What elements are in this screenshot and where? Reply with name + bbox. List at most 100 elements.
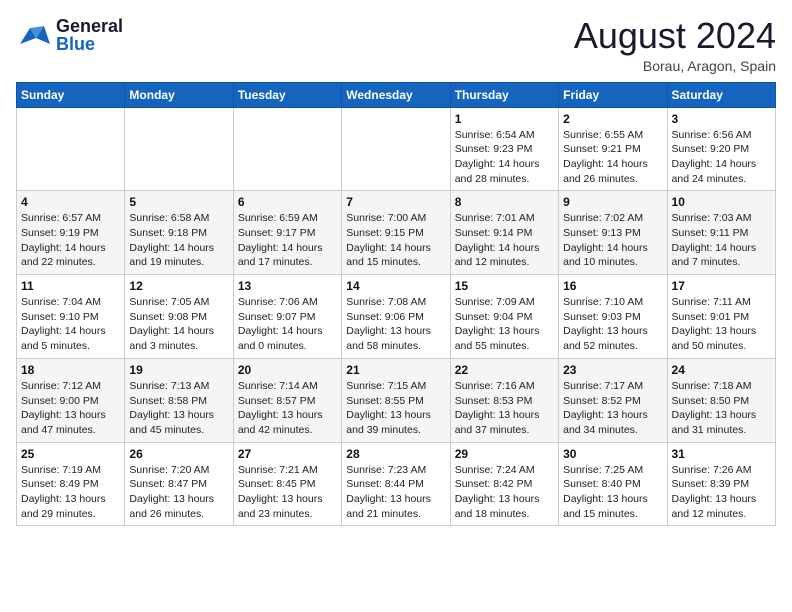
page-header: General Blue August 2024 Borau, Aragon, …	[16, 16, 776, 74]
day-info: Sunrise: 7:05 AM Sunset: 9:08 PM Dayligh…	[129, 295, 228, 354]
calendar-cell: 14Sunrise: 7:08 AM Sunset: 9:06 PM Dayli…	[342, 275, 450, 359]
day-info: Sunrise: 7:20 AM Sunset: 8:47 PM Dayligh…	[129, 463, 228, 522]
day-number: 7	[346, 195, 445, 209]
calendar-cell	[17, 107, 125, 191]
calendar-cell: 28Sunrise: 7:23 AM Sunset: 8:44 PM Dayli…	[342, 442, 450, 526]
calendar-cell: 20 Sunrise: 7:14 AM Sunset: 8:57 PM Dayli…	[233, 358, 341, 442]
calendar-cell: 18Sunrise: 7:12 AM Sunset: 9:00 PM Dayli…	[17, 358, 125, 442]
day-number: 23	[563, 363, 662, 377]
weekday-header-thursday: Thursday	[450, 82, 558, 107]
calendar-cell: 5 Sunrise: 6:58 AM Sunset: 9:18 PM Daylig…	[125, 191, 233, 275]
calendar-cell: 21 Sunrise: 7:15 AM Sunset: 8:55 PM Dayli…	[342, 358, 450, 442]
day-info: Sunrise: 6:56 AM Sunset: 9:20 PM Dayligh…	[672, 128, 771, 187]
day-number: 17	[672, 279, 771, 293]
day-info: Sunrise: 6:54 AM Sunset: 9:23 PM Dayligh…	[455, 128, 554, 187]
title-block: August 2024 Borau, Aragon, Spain	[574, 16, 776, 74]
day-number: 8	[455, 195, 554, 209]
day-info: Sunrise: 7:10 AM Sunset: 9:03 PM Dayligh…	[563, 295, 662, 354]
calendar-week-4: 18Sunrise: 7:12 AM Sunset: 9:00 PM Dayli…	[17, 358, 776, 442]
day-info: Sunrise: 7:09 AM Sunset: 9:04 PM Dayligh…	[455, 295, 554, 354]
day-number: 4	[21, 195, 120, 209]
calendar-header: SundayMondayTuesdayWednesdayThursdayFrid…	[17, 82, 776, 107]
calendar-cell	[125, 107, 233, 191]
day-info: Sunrise: 7:16 AM Sunset: 8:53 PM Dayligh…	[455, 379, 554, 438]
logo-icon	[16, 16, 54, 54]
calendar-cell: 27 Sunrise: 7:21 AM Sunset: 8:45 PM Dayli…	[233, 442, 341, 526]
weekday-header-friday: Friday	[559, 82, 667, 107]
day-number: 10	[672, 195, 771, 209]
day-info: Sunrise: 7:23 AM Sunset: 8:44 PM Dayligh…	[346, 463, 445, 522]
day-number: 12	[129, 279, 228, 293]
logo: General Blue	[16, 16, 123, 54]
calendar-cell	[233, 107, 341, 191]
day-info: Sunrise: 7:13 AM Sunset: 8:58 PM Dayligh…	[129, 379, 228, 438]
day-number: 27	[238, 447, 337, 461]
day-number: 30	[563, 447, 662, 461]
day-info: Sunrise: 7:19 AM Sunset: 8:49 PM Dayligh…	[21, 463, 120, 522]
day-info: Sunrise: 7:18 AM Sunset: 8:50 PM Dayligh…	[672, 379, 771, 438]
weekday-header-row: SundayMondayTuesdayWednesdayThursdayFrid…	[17, 82, 776, 107]
calendar-cell: 3 Sunrise: 6:56 AM Sunset: 9:20 PM Daylig…	[667, 107, 775, 191]
day-number: 13	[238, 279, 337, 293]
logo-name: General Blue	[56, 17, 123, 53]
calendar-cell: 29 Sunrise: 7:24 AM Sunset: 8:42 PM Dayli…	[450, 442, 558, 526]
calendar-cell: 9 Sunrise: 7:02 AM Sunset: 9:13 PM Daylig…	[559, 191, 667, 275]
day-info: Sunrise: 6:57 AM Sunset: 9:19 PM Dayligh…	[21, 211, 120, 270]
day-number: 1	[455, 112, 554, 126]
day-number: 24	[672, 363, 771, 377]
calendar-cell: 4 Sunrise: 6:57 AM Sunset: 9:19 PM Daylig…	[17, 191, 125, 275]
day-number: 29	[455, 447, 554, 461]
day-info: Sunrise: 6:55 AM Sunset: 9:21 PM Dayligh…	[563, 128, 662, 187]
calendar-cell: 22Sunrise: 7:16 AM Sunset: 8:53 PM Dayli…	[450, 358, 558, 442]
calendar-cell: 15 Sunrise: 7:09 AM Sunset: 9:04 PM Dayli…	[450, 275, 558, 359]
day-number: 19	[129, 363, 228, 377]
calendar-cell: 16 Sunrise: 7:10 AM Sunset: 9:03 PM Dayli…	[559, 275, 667, 359]
calendar-subtitle: Borau, Aragon, Spain	[574, 58, 776, 74]
day-number: 15	[455, 279, 554, 293]
day-info: Sunrise: 7:02 AM Sunset: 9:13 PM Dayligh…	[563, 211, 662, 270]
calendar-cell: 19 Sunrise: 7:13 AM Sunset: 8:58 PM Dayli…	[125, 358, 233, 442]
calendar-cell: 23Sunrise: 7:17 AM Sunset: 8:52 PM Dayli…	[559, 358, 667, 442]
calendar-cell	[342, 107, 450, 191]
day-info: Sunrise: 7:25 AM Sunset: 8:40 PM Dayligh…	[563, 463, 662, 522]
day-info: Sunrise: 7:12 AM Sunset: 9:00 PM Dayligh…	[21, 379, 120, 438]
calendar-cell: 10 Sunrise: 7:03 AM Sunset: 9:11 PM Dayli…	[667, 191, 775, 275]
calendar-cell: 7Sunrise: 7:00 AM Sunset: 9:15 PM Daylig…	[342, 191, 450, 275]
calendar-cell: 17Sunrise: 7:11 AM Sunset: 9:01 PM Dayli…	[667, 275, 775, 359]
calendar-cell: 13 Sunrise: 7:06 AM Sunset: 9:07 PM Dayli…	[233, 275, 341, 359]
day-number: 20	[238, 363, 337, 377]
day-number: 25	[21, 447, 120, 461]
day-number: 21	[346, 363, 445, 377]
calendar-cell: 11Sunrise: 7:04 AM Sunset: 9:10 PM Dayli…	[17, 275, 125, 359]
day-info: Sunrise: 7:14 AM Sunset: 8:57 PM Dayligh…	[238, 379, 337, 438]
calendar-cell: 30 Sunrise: 7:25 AM Sunset: 8:40 PM Dayli…	[559, 442, 667, 526]
day-info: Sunrise: 7:06 AM Sunset: 9:07 PM Dayligh…	[238, 295, 337, 354]
logo-general-text: General	[56, 17, 123, 35]
calendar-week-5: 25 Sunrise: 7:19 AM Sunset: 8:49 PM Dayli…	[17, 442, 776, 526]
calendar-cell: 1 Sunrise: 6:54 AM Sunset: 9:23 PM Daylig…	[450, 107, 558, 191]
day-info: Sunrise: 7:26 AM Sunset: 8:39 PM Dayligh…	[672, 463, 771, 522]
day-number: 16	[563, 279, 662, 293]
day-number: 5	[129, 195, 228, 209]
weekday-header-sunday: Sunday	[17, 82, 125, 107]
calendar-cell: 31 Sunrise: 7:26 AM Sunset: 8:39 PM Dayli…	[667, 442, 775, 526]
calendar-cell: 12 Sunrise: 7:05 AM Sunset: 9:08 PM Dayli…	[125, 275, 233, 359]
day-info: Sunrise: 7:08 AM Sunset: 9:06 PM Dayligh…	[346, 295, 445, 354]
day-info: Sunrise: 7:21 AM Sunset: 8:45 PM Dayligh…	[238, 463, 337, 522]
calendar-week-3: 11Sunrise: 7:04 AM Sunset: 9:10 PM Dayli…	[17, 275, 776, 359]
day-info: Sunrise: 7:03 AM Sunset: 9:11 PM Dayligh…	[672, 211, 771, 270]
day-number: 26	[129, 447, 228, 461]
weekday-header-monday: Monday	[125, 82, 233, 107]
day-info: Sunrise: 7:04 AM Sunset: 9:10 PM Dayligh…	[21, 295, 120, 354]
day-number: 31	[672, 447, 771, 461]
calendar-cell: 26 Sunrise: 7:20 AM Sunset: 8:47 PM Dayli…	[125, 442, 233, 526]
calendar-cell: 8Sunrise: 7:01 AM Sunset: 9:14 PM Daylig…	[450, 191, 558, 275]
day-info: Sunrise: 7:24 AM Sunset: 8:42 PM Dayligh…	[455, 463, 554, 522]
day-info: Sunrise: 7:15 AM Sunset: 8:55 PM Dayligh…	[346, 379, 445, 438]
day-info: Sunrise: 6:58 AM Sunset: 9:18 PM Dayligh…	[129, 211, 228, 270]
weekday-header-wednesday: Wednesday	[342, 82, 450, 107]
calendar-week-1: 1 Sunrise: 6:54 AM Sunset: 9:23 PM Daylig…	[17, 107, 776, 191]
day-number: 9	[563, 195, 662, 209]
day-number: 3	[672, 112, 771, 126]
day-info: Sunrise: 6:59 AM Sunset: 9:17 PM Dayligh…	[238, 211, 337, 270]
